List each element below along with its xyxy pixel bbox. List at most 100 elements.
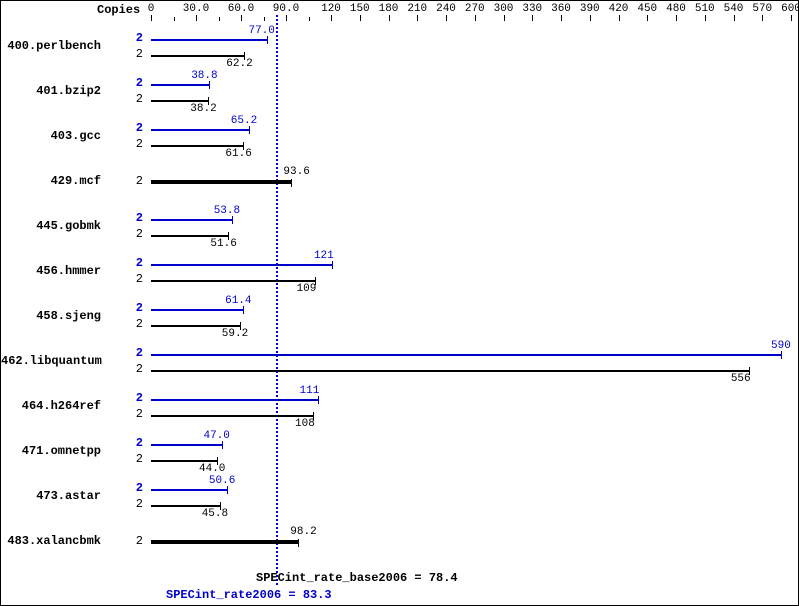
chart-frame: Copies 030.060.090.012015018021024027030… xyxy=(0,0,799,606)
tick-mark xyxy=(174,17,175,21)
copies-base: 2 xyxy=(129,362,143,376)
copies-peak: 2 xyxy=(129,76,143,90)
bar-peak xyxy=(151,354,781,356)
tick-mark xyxy=(309,17,310,21)
tick-label: 480 xyxy=(666,3,686,15)
benchmark-label: 456.hmmer xyxy=(1,264,101,278)
tick-mark xyxy=(417,15,418,21)
copies-peak: 2 xyxy=(129,301,143,315)
value-base: 51.6 xyxy=(210,238,236,250)
tick-mark xyxy=(762,15,763,21)
tick-mark xyxy=(196,15,197,21)
bar-peak xyxy=(151,444,222,446)
tick-label: 570 xyxy=(752,3,772,15)
value-base: 44.0 xyxy=(199,463,225,475)
value-base: 45.8 xyxy=(202,508,228,520)
benchmark-row: 445.gobmk253.8251.6 xyxy=(1,205,798,247)
bar-base xyxy=(151,235,228,237)
tick-mark xyxy=(590,15,591,21)
bar-peak xyxy=(151,489,227,491)
footer-base: SPECint_rate_base2006 = 78.4 xyxy=(256,571,458,585)
bar-base xyxy=(151,325,240,327)
value-base: 62.2 xyxy=(226,58,252,70)
bar-base xyxy=(151,505,220,507)
tick-mark xyxy=(647,15,648,21)
benchmark-row: 401.bzip2238.8238.2 xyxy=(1,70,798,112)
bar-base xyxy=(151,55,244,57)
copies-header: Copies xyxy=(97,3,140,17)
bar-peak xyxy=(151,264,332,266)
tick-label: 180 xyxy=(379,3,399,15)
tick-label: 510 xyxy=(695,3,715,15)
tick-label: 300 xyxy=(494,3,514,15)
tick-mark xyxy=(561,15,562,21)
value-peak: 53.8 xyxy=(214,205,240,217)
copies-base: 2 xyxy=(129,47,143,61)
value-peak: 50.6 xyxy=(209,475,235,487)
benchmark-label: 403.gcc xyxy=(1,129,101,143)
value-base: 108 xyxy=(295,418,315,430)
tick-mark xyxy=(446,15,447,21)
tick-label: 540 xyxy=(724,3,744,15)
value-base: 556 xyxy=(731,373,751,385)
tick-label: 150 xyxy=(350,3,370,15)
copies-base: 2 xyxy=(129,407,143,421)
value-peak: 111 xyxy=(300,385,320,397)
value-base: 93.6 xyxy=(283,166,309,178)
benchmark-label: 471.omnetpp xyxy=(1,444,101,458)
copies-base: 2 xyxy=(129,227,143,241)
tick-label: 600 xyxy=(781,3,799,15)
value-peak: 47.0 xyxy=(204,430,230,442)
value-base: 109 xyxy=(297,283,317,295)
tick-mark xyxy=(360,15,361,21)
benchmark-label: 400.perlbench xyxy=(1,39,101,53)
bar-peak xyxy=(151,309,243,311)
bar-base xyxy=(151,145,243,147)
value-peak: 61.4 xyxy=(225,295,251,307)
bar-base xyxy=(151,100,208,102)
copies-base: 2 xyxy=(129,534,143,548)
copies-peak: 2 xyxy=(129,121,143,135)
bar-peak xyxy=(151,399,318,401)
copies-peak: 2 xyxy=(129,211,143,225)
copies-peak: 2 xyxy=(129,346,143,360)
tick-mark xyxy=(475,15,476,21)
tick-label: 390 xyxy=(580,3,600,15)
tick-mark xyxy=(151,15,152,21)
tick-label: 240 xyxy=(436,3,456,15)
tick-mark xyxy=(619,15,620,21)
tick-label: 120 xyxy=(321,3,341,15)
tick-label: 420 xyxy=(609,3,629,15)
footer-peak: SPECint_rate2006 = 83.3 xyxy=(166,588,332,602)
tick-label: 360 xyxy=(551,3,571,15)
value-peak: 38.8 xyxy=(191,70,217,82)
tick-mark xyxy=(389,15,390,21)
tick-label: 330 xyxy=(522,3,542,15)
bar-base xyxy=(151,180,291,184)
tick-mark xyxy=(676,15,677,21)
tick-label: 210 xyxy=(407,3,427,15)
copies-peak: 2 xyxy=(129,31,143,45)
benchmark-label: 458.sjeng xyxy=(1,309,101,323)
copies-peak: 2 xyxy=(129,436,143,450)
benchmark-row: 471.omnetpp247.0244.0 xyxy=(1,430,798,472)
value-base: 98.2 xyxy=(290,526,316,538)
tick-mark xyxy=(791,15,792,21)
copies-base: 2 xyxy=(129,317,143,331)
tick-mark xyxy=(734,15,735,21)
tick-mark xyxy=(219,17,220,21)
benchmark-row: 483.xalancbmk298.2 xyxy=(1,520,798,562)
bar-peak xyxy=(151,39,267,41)
value-base: 59.2 xyxy=(222,328,248,340)
copies-peak: 2 xyxy=(129,391,143,405)
benchmark-label: 401.bzip2 xyxy=(1,84,101,98)
benchmark-row: 462.libquantum25902556 xyxy=(1,340,798,382)
tick-mark xyxy=(331,15,332,21)
bar-peak xyxy=(151,84,209,86)
benchmark-label: 429.mcf xyxy=(1,174,101,188)
benchmark-row: 473.astar250.6245.8 xyxy=(1,475,798,517)
bar-base xyxy=(151,460,217,462)
copies-peak: 2 xyxy=(129,256,143,270)
benchmark-row: 429.mcf293.6 xyxy=(1,160,798,202)
benchmark-label: 464.h264ref xyxy=(1,399,101,413)
